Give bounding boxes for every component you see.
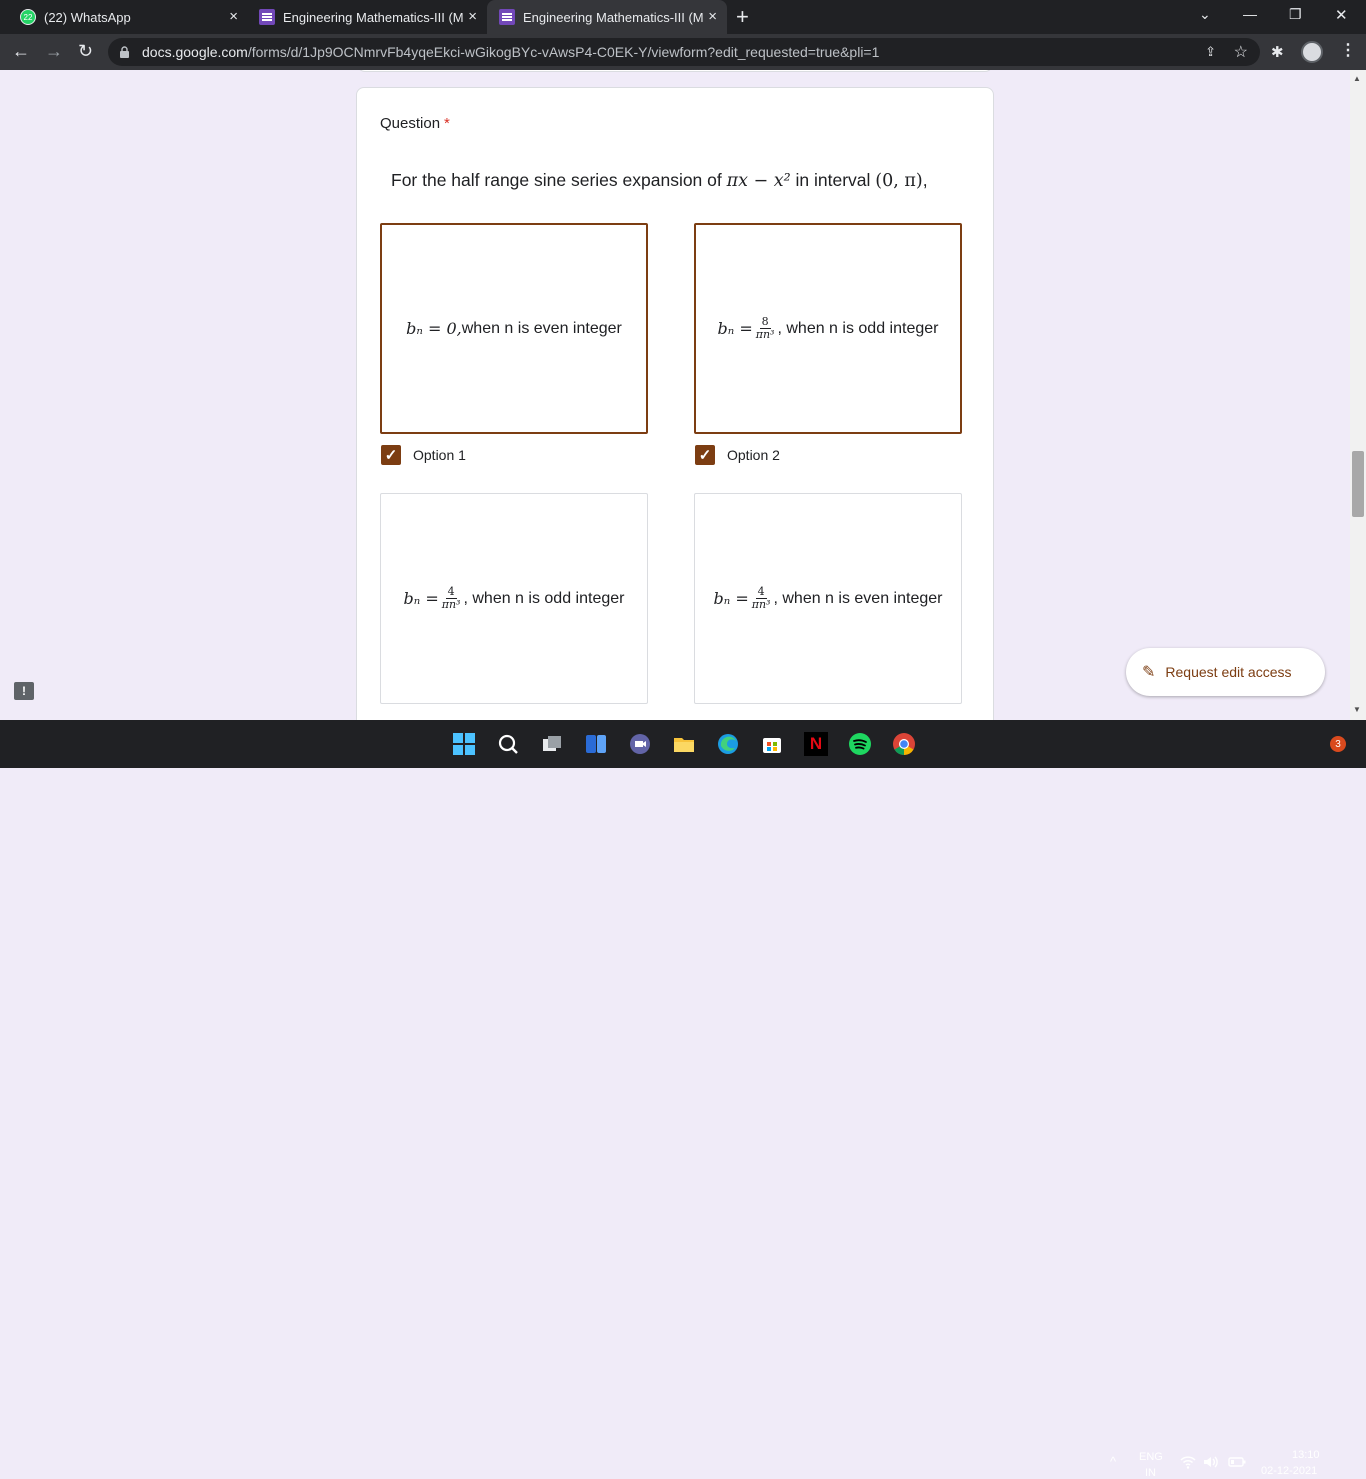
question-middle: in interval [790, 170, 876, 190]
close-tab-icon[interactable]: × [468, 9, 477, 25]
teams-chat-icon[interactable] [628, 732, 652, 756]
question-interval: (0, π) [875, 171, 923, 191]
search-icon[interactable] [496, 732, 520, 756]
profile-avatar[interactable] [1301, 41, 1323, 63]
forward-button[interactable]: → [45, 42, 63, 60]
edge-browser-icon[interactable] [716, 732, 740, 756]
clock-time[interactable]: 13:10 [1292, 1449, 1320, 1461]
option-1-label: Option 1 [413, 447, 466, 463]
chrome-icon[interactable] [892, 732, 916, 756]
tab-whatsapp[interactable]: 22 (22) WhatsApp × [10, 0, 248, 34]
netflix-icon[interactable]: N [804, 732, 828, 756]
widgets-icon[interactable] [584, 732, 608, 756]
scroll-down-arrow-icon[interactable]: ▼ [1353, 705, 1361, 714]
minimize-button[interactable]: — [1243, 6, 1257, 22]
feedback-icon[interactable]: ! [14, 682, 34, 700]
fraction-denominator: πn³ [441, 598, 461, 611]
option-3-fraction: 4 πn³ [442, 586, 461, 611]
option-3-lhs: bₙ = [403, 589, 439, 608]
option-2-label: Option 2 [727, 447, 780, 463]
option-2-checkbox-row[interactable]: ✓ Option 2 [695, 445, 780, 465]
checkbox-checked-icon[interactable]: ✓ [381, 445, 401, 465]
back-button[interactable]: ← [12, 42, 30, 60]
scrollbar-thumb[interactable] [1352, 451, 1364, 517]
file-explorer-icon[interactable] [672, 732, 696, 756]
required-asterisk: * [444, 115, 450, 132]
show-hidden-icons-caret[interactable]: ^ [1110, 1454, 1116, 1469]
scrollbar-track[interactable] [1350, 70, 1366, 720]
google-forms-icon [499, 9, 515, 25]
close-window-button[interactable]: ✕ [1335, 6, 1348, 24]
url-host: docs.google.com [142, 44, 248, 60]
close-tab-icon[interactable]: × [229, 9, 238, 25]
option-1-lhs: bₙ = 0, [406, 319, 462, 338]
request-edit-access-button[interactable]: ✎ Request edit access [1126, 648, 1325, 696]
option-3-tail: , when n is odd integer [463, 589, 625, 607]
wifi-icon[interactable] [1180, 1455, 1196, 1472]
option-1-image[interactable]: bₙ = 0, when n is even integer [380, 223, 648, 434]
region-indicator[interactable]: IN [1145, 1467, 1156, 1479]
question-prefix: For the half range sine series expansion… [391, 170, 727, 190]
task-view-icon[interactable] [540, 732, 564, 756]
share-icon[interactable]: ⇪ [1205, 44, 1216, 60]
option-3-image[interactable]: bₙ = 4 πn³ , when n is odd integer [380, 493, 648, 704]
option-1-tail: when n is even integer [461, 319, 622, 337]
tab-search-chevron-icon[interactable]: ⌄ [1199, 6, 1211, 23]
google-forms-icon [259, 9, 275, 25]
previous-card-edge [357, 70, 993, 72]
browser-window: 22 (22) WhatsApp × Engineering Mathemati… [0, 0, 1366, 720]
question-label: Question * [380, 115, 450, 132]
spotify-icon[interactable] [848, 732, 872, 756]
question-card: Question * For the half range sine series… [356, 87, 994, 720]
windows-start-icon[interactable] [452, 732, 476, 756]
option-2-fraction: 8 πn³ [756, 316, 775, 341]
notification-badge[interactable]: 3 [1330, 736, 1346, 752]
clock-date[interactable]: 02-12-2021 [1261, 1465, 1317, 1477]
battery-icon[interactable] [1228, 1457, 1246, 1470]
tab-title: (22) WhatsApp [44, 9, 131, 25]
question-suffix: , [922, 170, 928, 190]
checkbox-checked-icon[interactable]: ✓ [695, 445, 715, 465]
reload-button[interactable]: ↻ [78, 42, 93, 60]
option-4-fraction: 4 πn³ [752, 586, 771, 611]
request-edit-access-label: Request edit access [1165, 664, 1292, 680]
tab-title: Engineering Mathematics-III (MA [283, 9, 463, 25]
fraction-denominator: πn³ [751, 598, 771, 611]
url-path: /forms/d/1Jp9OCNmrvFb4yqeEkci-wGikogBYc-… [247, 44, 880, 60]
bookmark-star-icon[interactable]: ☆ [1234, 42, 1248, 62]
windows-taskbar: N ^ ENG IN 13:10 02-12-2021 [0, 720, 1366, 1479]
volume-icon[interactable] [1203, 1455, 1219, 1472]
tab-strip: 22 (22) WhatsApp × Engineering Mathemati… [0, 0, 1366, 34]
whatsapp-icon: 22 [20, 9, 36, 25]
tab-title: Engineering Mathematics-III (MA [523, 9, 703, 25]
page-content: Question * For the half range sine series… [0, 70, 1350, 720]
option-2-image[interactable]: bₙ = 8 πn³ , when n is odd integer [694, 223, 962, 434]
pencil-icon: ✎ [1142, 664, 1156, 681]
question-text: For the half range sine series expansion… [391, 170, 928, 191]
option-1-checkbox-row[interactable]: ✓ Option 1 [381, 445, 466, 465]
fraction-denominator: πn³ [755, 328, 775, 341]
language-indicator[interactable]: ENG [1139, 1451, 1163, 1463]
tab-engineering-math-1[interactable]: Engineering Mathematics-III (MA × [249, 0, 487, 34]
option-2-lhs: bₙ = [717, 319, 753, 338]
restore-button[interactable]: ❐ [1289, 6, 1302, 23]
browser-toolbar: ← → ↻ docs.google.com/forms/d/1Jp9OCNmrv… [0, 34, 1366, 70]
option-2-tail: , when n is odd integer [777, 319, 939, 337]
extensions-icon[interactable]: ✱ [1271, 43, 1284, 61]
tab-engineering-math-2-active[interactable]: Engineering Mathematics-III (MA × [487, 0, 727, 34]
close-tab-icon[interactable]: × [708, 9, 717, 25]
new-tab-button[interactable]: + [736, 6, 749, 28]
browser-menu-icon[interactable]: ⋮ [1340, 43, 1356, 59]
microsoft-store-icon[interactable] [760, 732, 784, 756]
option-4-lhs: bₙ = [713, 589, 749, 608]
option-4-image[interactable]: bₙ = 4 πn³ , when n is even integer [694, 493, 962, 704]
question-label-text: Question [380, 115, 441, 132]
address-bar[interactable]: docs.google.com/forms/d/1Jp9OCNmrvFb4yqe… [108, 38, 1260, 66]
option-4-tail: , when n is even integer [773, 589, 943, 607]
lock-icon [120, 46, 129, 58]
question-expression: πx − x² [726, 171, 791, 191]
scroll-up-arrow-icon[interactable]: ▲ [1353, 74, 1361, 83]
